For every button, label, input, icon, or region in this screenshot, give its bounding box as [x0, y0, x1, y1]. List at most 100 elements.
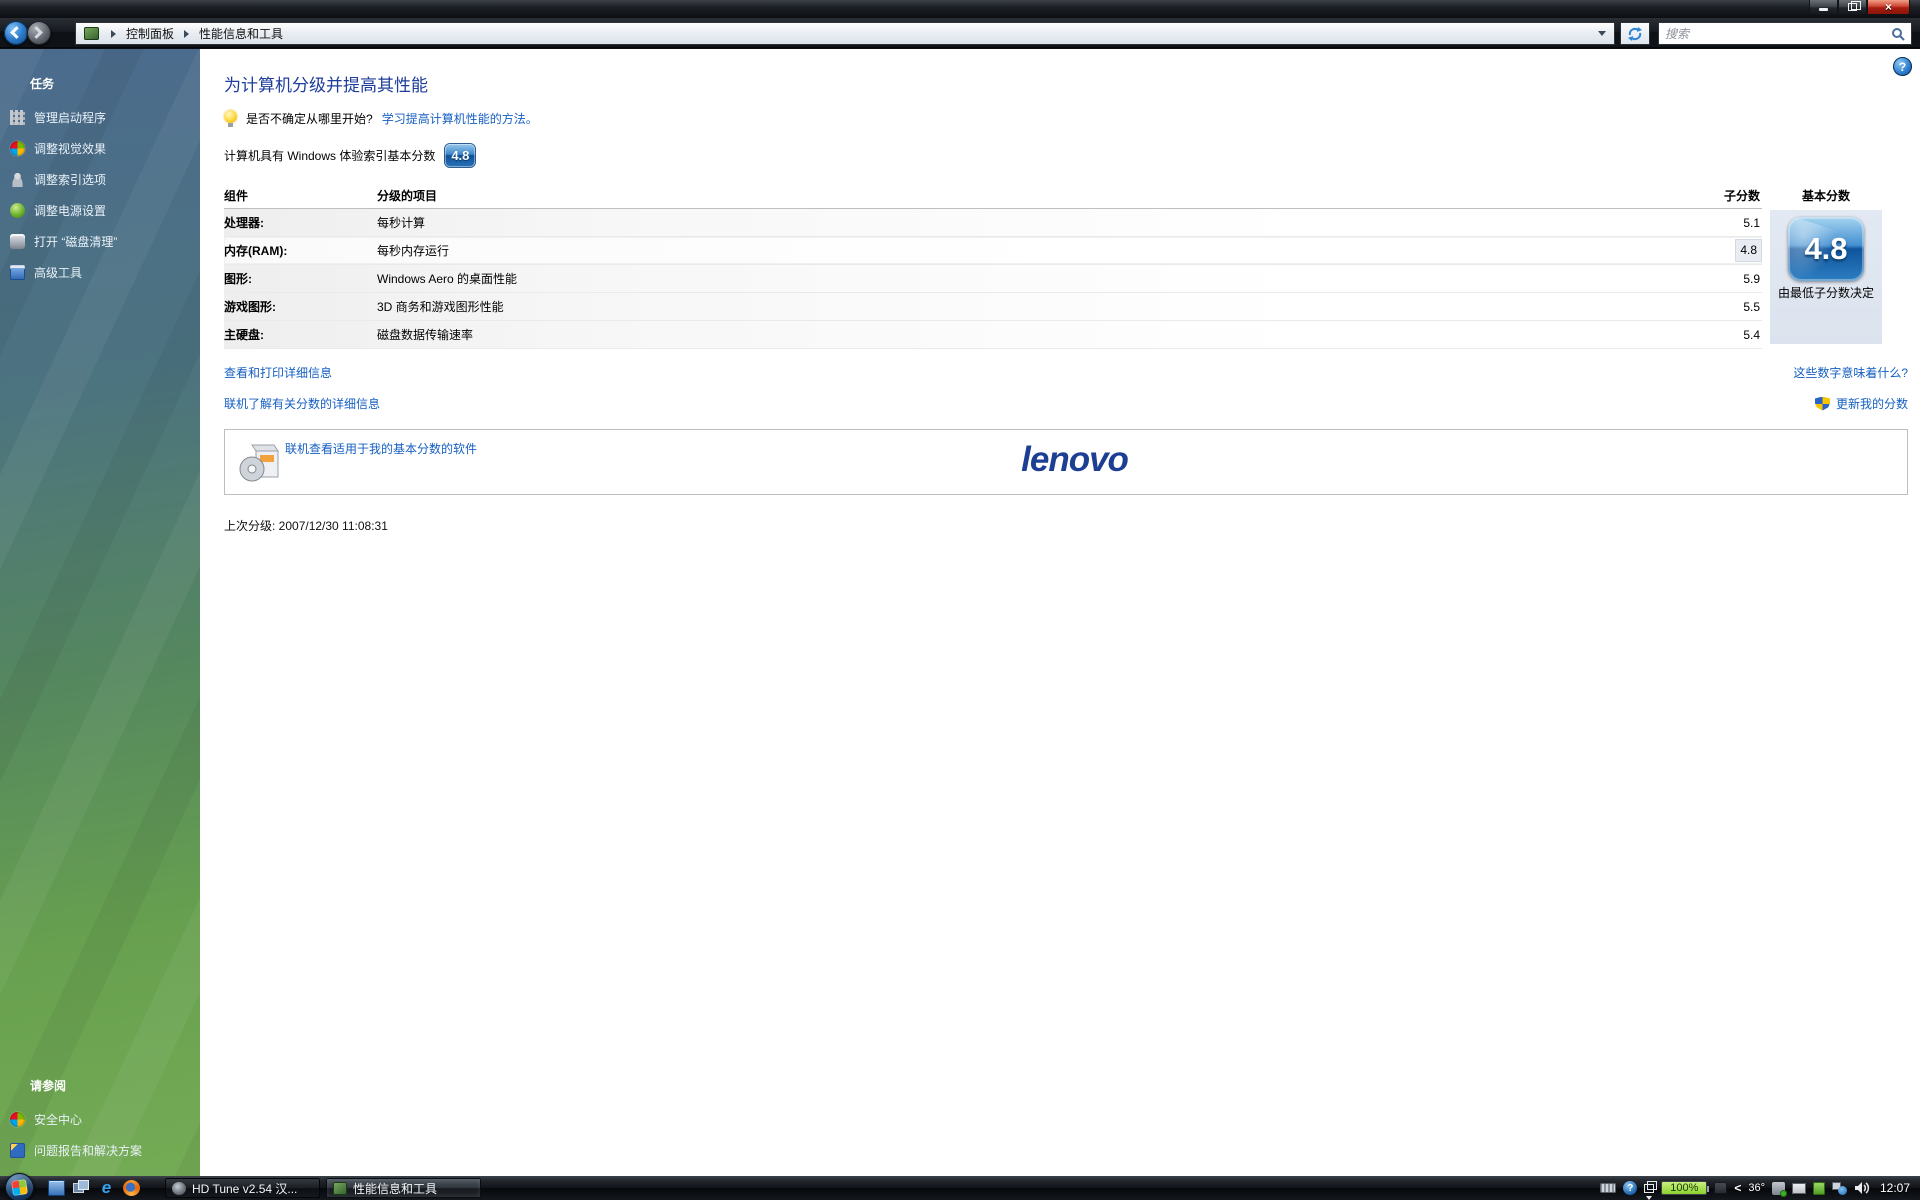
uac-shield-icon [1815, 397, 1830, 411]
sidebar-item-startup-programs[interactable]: 管理启动程序 [0, 102, 200, 133]
system-tray: ? 100% < 36° 12:07 [1600, 1176, 1916, 1200]
breadcrumb-performance-tools[interactable]: 性能信息和工具 [197, 23, 285, 44]
sidebar-item-label: 高级工具 [34, 264, 82, 281]
visual-effects-icon [10, 141, 25, 156]
tasks-header: 任务 [0, 49, 200, 102]
internet-explorer-icon[interactable]: e [98, 1180, 115, 1196]
power-plug-icon[interactable] [1813, 1182, 1825, 1195]
update-score-row: 更新我的分数 [1815, 395, 1908, 412]
row-rated-label: 3D 商务和游戏图形性能 [377, 293, 504, 321]
column-header-base-score: 基本分数 [1770, 183, 1882, 209]
update-my-score-link[interactable]: 更新我的分数 [1836, 395, 1908, 412]
column-header-component: 组件 [224, 183, 248, 209]
search-icon[interactable] [1891, 27, 1905, 41]
tray-collapse-icon[interactable]: < [1734, 1181, 1741, 1195]
table-row-processor: 处理器: 每秒计算 5.1 [224, 209, 1762, 237]
hdtune-icon [172, 1182, 186, 1195]
hint-row: 是否不确定从哪里开始? 学习提高计算机性能的方法。 [224, 110, 538, 127]
battery-indicator[interactable]: 100% [1661, 1181, 1707, 1195]
base-score-value: 4.8 [1804, 231, 1847, 267]
window-titlebar: × [0, 0, 1920, 18]
sidebar-item-label: 打开 “磁盘清理” [34, 233, 117, 250]
address-bar[interactable]: 控制面板 性能信息和工具 [75, 22, 1615, 45]
base-score-panel: 4.8 由最低子分数决定 [1770, 210, 1882, 344]
performance-tools-icon [333, 1182, 347, 1195]
forward-arrow-icon [30, 26, 43, 39]
table-row-gaming-graphics: 游戏图形: 3D 商务和游戏图形性能 5.5 [224, 293, 1762, 321]
search-input[interactable] [1665, 27, 1891, 41]
lenovo-logo: lenovo [1021, 440, 1128, 480]
row-component-label: 处理器: [224, 209, 374, 237]
back-arrow-icon [10, 26, 23, 39]
lightbulb-icon [224, 110, 237, 127]
display-settings-icon[interactable] [1792, 1183, 1806, 1194]
volume-icon[interactable] [1854, 1181, 1870, 1195]
safely-remove-usb-icon[interactable] [1772, 1182, 1785, 1195]
row-subscore-value: 5.9 [1743, 265, 1760, 293]
network-icon[interactable] [1832, 1182, 1847, 1195]
sidebar-item-security-center[interactable]: 安全中心 [0, 1104, 200, 1135]
view-software-online-link[interactable]: 联机查看适用于我的基本分数的软件 [285, 440, 477, 457]
security-center-icon [10, 1112, 25, 1127]
breadcrumb-control-panel[interactable]: 控制面板 [124, 23, 176, 44]
disk-cleanup-icon [10, 234, 25, 249]
sidebar-item-advanced-tools[interactable]: 高级工具 [0, 257, 200, 288]
tray-window-icon[interactable] [1644, 1184, 1654, 1193]
address-dropdown-icon[interactable] [1598, 31, 1606, 36]
search-box [1658, 22, 1912, 45]
row-subscore-value: 5.4 [1743, 321, 1760, 349]
sidebar-item-label: 安全中心 [34, 1111, 82, 1128]
startup-programs-icon [10, 110, 25, 125]
what-numbers-mean-link[interactable]: 这些数字意味着什么? [1793, 364, 1908, 381]
software-box-icon [236, 439, 282, 485]
page-title: 为计算机分级并提高其性能 [224, 71, 428, 96]
sidebar-item-label: 管理启动程序 [34, 109, 106, 126]
taskbar-button-hdtune[interactable]: HD Tune v2.54 汉... [165, 1178, 320, 1198]
software-banner: 联机查看适用于我的基本分数的软件 lenovo [224, 429, 1908, 495]
main-content: ? 为计算机分级并提高其性能 是否不确定从哪里开始? 学习提高计算机性能的方法。… [200, 49, 1920, 1176]
sidebar-item-indexing-options[interactable]: 调整索引选项 [0, 164, 200, 195]
start-button[interactable] [5, 1173, 34, 1200]
show-desktop-icon[interactable] [48, 1180, 65, 1196]
restore-button[interactable] [1838, 0, 1867, 15]
keyboard-layout-icon[interactable] [1600, 1183, 1616, 1193]
sidebar-item-power-settings[interactable]: 调整电源设置 [0, 195, 200, 226]
see-also-header: 请参阅 [0, 1077, 200, 1104]
row-component-label: 内存(RAM): [224, 237, 374, 265]
restore-icon [1848, 3, 1857, 11]
learn-improve-performance-link[interactable]: 学习提高计算机性能的方法。 [382, 110, 538, 127]
close-button[interactable]: × [1867, 0, 1910, 15]
taskbar: e HD Tune v2.54 汉... 性能信息和工具 ? 100% < 36… [0, 1176, 1920, 1200]
table-row-graphics: 图形: Windows Aero 的桌面性能 5.9 [224, 265, 1762, 293]
table-row-primary-disk: 主硬盘: 磁盘数据传输速率 5.4 [224, 321, 1762, 349]
taskbar-button-performance-tools[interactable]: 性能信息和工具 [326, 1178, 481, 1198]
help-icon: ? [1899, 60, 1906, 74]
help-button[interactable]: ? [1893, 57, 1912, 76]
row-subscore-value: 4.8 [1735, 239, 1762, 262]
minimize-button[interactable] [1809, 0, 1838, 15]
view-print-details-link[interactable]: 查看和打印详细信息 [224, 364, 332, 381]
sidebar-item-disk-cleanup[interactable]: 打开 “磁盘清理” [0, 226, 200, 257]
hint-question: 是否不确定从哪里开始? [246, 110, 373, 127]
base-score-line: 计算机具有 Windows 体验索引基本分数 4.8 [224, 144, 475, 167]
screen: × 控制面板 性能信息和工具 [0, 0, 1920, 1200]
refresh-button[interactable] [1620, 22, 1650, 45]
row-rated-label: Windows Aero 的桌面性能 [377, 265, 517, 293]
sidebar-item-label: 调整电源设置 [34, 202, 106, 219]
clock[interactable]: 12:07 [1880, 1181, 1910, 1195]
back-button[interactable] [4, 21, 28, 45]
tray-help-icon[interactable]: ? [1623, 1181, 1637, 1195]
indexing-options-icon [10, 172, 25, 187]
sidebar-item-problem-reports[interactable]: 问题报告和解决方案 [0, 1135, 200, 1166]
switch-windows-icon[interactable] [73, 1180, 90, 1196]
column-header-rated-item: 分级的项目 [377, 183, 437, 209]
table-row-memory: 内存(RAM): 每秒内存运行 4.8 [224, 237, 1762, 265]
forward-button[interactable] [27, 21, 51, 45]
tray-utility-icon[interactable] [1714, 1182, 1727, 1194]
temperature-indicator: 36° [1748, 1182, 1765, 1194]
learn-scores-online-link[interactable]: 联机了解有关分数的详细信息 [224, 395, 380, 412]
sidebar-item-visual-effects[interactable]: 调整视觉效果 [0, 133, 200, 164]
row-component-label: 游戏图形: [224, 293, 374, 321]
windows-flag-icon [11, 1179, 28, 1196]
firefox-icon[interactable] [123, 1180, 140, 1196]
